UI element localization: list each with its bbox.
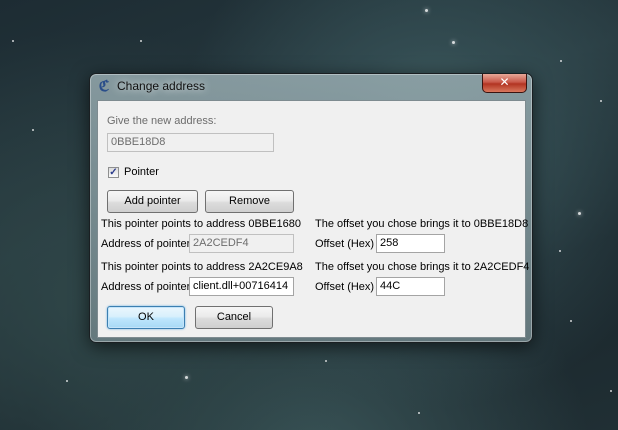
cheat-engine-icon: ℭ xyxy=(98,77,110,95)
star xyxy=(578,212,581,215)
pointer-1-offset-info: The offset you chose brings it to 0BBE18… xyxy=(315,218,529,230)
star xyxy=(452,41,455,44)
star xyxy=(570,320,572,322)
pointer-2-address-field[interactable]: client.dll+00716414 xyxy=(189,277,294,296)
star xyxy=(610,390,612,392)
star xyxy=(425,9,428,12)
star xyxy=(32,129,34,131)
cancel-button[interactable]: Cancel xyxy=(195,306,273,329)
close-button[interactable]: ✕ xyxy=(482,74,527,93)
ok-button[interactable]: OK xyxy=(107,306,185,329)
pointer-checkbox[interactable]: ✓ xyxy=(108,167,119,178)
pointer-2-address-label: Address of pointer xyxy=(101,281,191,293)
star xyxy=(559,250,561,252)
star xyxy=(12,40,14,42)
star xyxy=(600,100,602,102)
star xyxy=(325,360,327,362)
pointer-2-offset-info: The offset you chose brings it to 2A2CED… xyxy=(315,261,530,273)
pointer-1-offset-field[interactable]: 258 xyxy=(376,234,445,253)
star xyxy=(66,380,68,382)
star xyxy=(185,376,188,379)
pointer-2-points-to: This pointer points to address 2A2CE9A8 xyxy=(101,261,303,273)
pointer-1-address-field[interactable]: 2A2CEDF4 xyxy=(189,234,294,253)
star xyxy=(418,412,420,414)
new-address-prompt: Give the new address: xyxy=(107,115,217,127)
remove-button[interactable]: Remove xyxy=(205,190,294,213)
star xyxy=(560,60,562,62)
title-bar[interactable]: ℭ Change address ✕ xyxy=(90,74,532,100)
check-icon: ✓ xyxy=(109,167,118,178)
pointer-1-points-to: This pointer points to address 0BBE1680 xyxy=(101,218,301,230)
close-icon: ✕ xyxy=(499,75,510,89)
pointer-1-address-label: Address of pointer xyxy=(101,238,191,250)
pointer-2-offset-label: Offset (Hex) xyxy=(315,281,375,293)
add-pointer-button[interactable]: Add pointer xyxy=(107,190,198,213)
change-address-dialog: ℭ Change address ✕ Give the new address:… xyxy=(89,73,533,343)
pointer-1-offset-label: Offset (Hex) xyxy=(315,238,375,250)
star xyxy=(140,40,142,42)
dialog-body: Give the new address: 0BBE18D8 ✓ Pointer… xyxy=(97,100,530,338)
new-address-field[interactable]: 0BBE18D8 xyxy=(107,133,274,152)
pointer-checkbox-label[interactable]: Pointer xyxy=(124,166,159,178)
dialog-title: Change address xyxy=(117,79,206,93)
pointer-2-offset-field[interactable]: 44C xyxy=(376,277,445,296)
